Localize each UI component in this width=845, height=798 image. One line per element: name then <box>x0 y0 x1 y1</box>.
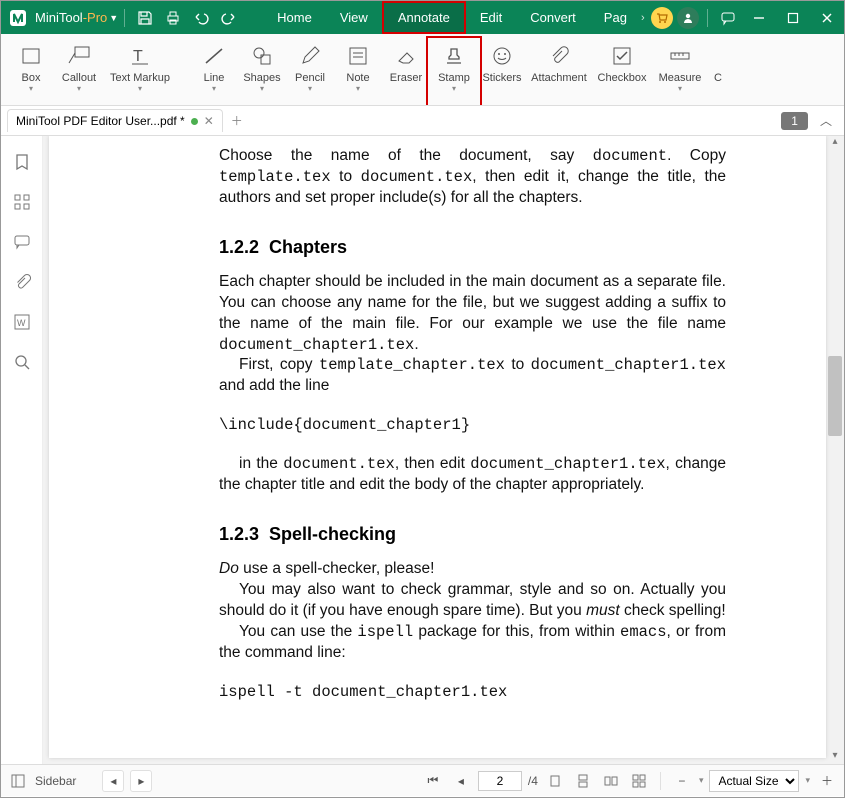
document-viewport[interactable]: Choose the name of the document, say doc… <box>43 136 844 764</box>
section-heading: 1.2.3Spell-checking <box>219 524 726 545</box>
continuous-view-icon[interactable] <box>572 770 594 792</box>
dropdown-caret-icon[interactable]: ▼ <box>109 13 118 23</box>
single-page-view-icon[interactable] <box>544 770 566 792</box>
left-sidebar: W <box>1 136 43 764</box>
two-page-cont-icon[interactable] <box>628 770 650 792</box>
modified-dot-icon <box>191 118 198 125</box>
tool-overflow[interactable]: C <box>708 40 728 106</box>
app-logo-icon <box>5 5 31 31</box>
window-close-icon[interactable] <box>810 1 844 34</box>
menu-convert[interactable]: Convert <box>516 1 590 34</box>
doc-codeblock: \include{document_chapter1} <box>219 415 726 436</box>
tool-callout[interactable]: Callout▾ <box>55 40 103 92</box>
first-page-icon[interactable]: ⏮ <box>422 770 444 792</box>
doc-paragraph: Choose the name of the document, say doc… <box>219 146 726 209</box>
window-maximize-icon[interactable] <box>776 1 810 34</box>
doc-paragraph: in the document.tex, then edit document_… <box>219 454 726 496</box>
app-name: MiniTool-Pro <box>35 10 107 25</box>
tool-note[interactable]: Note▾ <box>334 40 382 106</box>
document-tab[interactable]: MiniTool PDF Editor User...pdf * ✕ <box>7 109 223 132</box>
tab-title: MiniTool PDF Editor User...pdf * <box>16 114 185 128</box>
user-icon[interactable] <box>677 7 699 29</box>
page-badge: 1 <box>781 112 808 130</box>
word-export-icon[interactable]: W <box>10 310 34 334</box>
comments-icon[interactable] <box>10 230 34 254</box>
doc-codeblock: ispell -t document_chapter1.tex <box>219 682 726 703</box>
scroll-down-icon[interactable]: ▾ <box>828 750 842 764</box>
tool-text-markup[interactable]: T Text Markup▾ <box>103 40 177 92</box>
zoom-out-icon[interactable]: − <box>671 770 693 792</box>
menu-page[interactable]: Pag <box>590 1 641 34</box>
doc-paragraph: Each chapter should be included in the m… <box>219 272 726 356</box>
vertical-scrollbar[interactable]: ▴ ▾ <box>828 136 842 764</box>
status-bar: Sidebar ◂ ▸ ⏮ ◂ /4 − ▾ Actual Size ▾ ＋ <box>1 764 844 796</box>
zoom-select[interactable]: Actual Size <box>709 770 799 792</box>
title-bar: MiniTool-Pro ▼ Home View Annotate Edit C… <box>1 1 844 34</box>
tool-stickers[interactable]: Stickers <box>478 40 526 106</box>
tool-line[interactable]: Line▾ <box>190 40 238 106</box>
svg-text:W: W <box>17 318 26 328</box>
new-tab-icon[interactable]: ＋ <box>231 112 243 129</box>
sidebar-label: Sidebar <box>35 774 76 788</box>
doc-paragraph: You can use the ispell package for this,… <box>219 622 726 664</box>
section-heading: 1.2.2Chapters <box>219 237 726 258</box>
tool-attachment[interactable]: Attachment <box>526 40 592 106</box>
pdf-page: Choose the name of the document, say doc… <box>49 136 826 758</box>
tool-checkbox[interactable]: Checkbox <box>592 40 652 106</box>
prev-page-icon[interactable]: ◂ <box>450 770 472 792</box>
main-area: W Choose the name of the document, say d… <box>1 136 844 764</box>
tool-pencil[interactable]: Pencil▾ <box>286 40 334 106</box>
bookmark-icon[interactable] <box>10 150 34 174</box>
tool-eraser[interactable]: Eraser <box>382 40 430 106</box>
sidebar-toggle-icon[interactable] <box>7 770 29 792</box>
tool-shapes[interactable]: Shapes▾ <box>238 40 286 106</box>
menu-home[interactable]: Home <box>263 1 326 34</box>
doc-paragraph: First, copy template_chapter.tex to docu… <box>219 355 726 397</box>
redo-icon[interactable] <box>215 1 243 34</box>
zoom-in-icon[interactable]: ＋ <box>816 770 838 792</box>
menu-annotate[interactable]: Annotate <box>382 1 466 34</box>
menu-overflow-icon[interactable]: › <box>641 12 645 24</box>
collapse-ribbon-icon[interactable]: ︿ <box>814 112 838 129</box>
thumbnails-icon[interactable] <box>10 190 34 214</box>
tool-measure[interactable]: Measure▾ <box>652 40 708 106</box>
prev-page-nav-icon[interactable]: ◂ <box>102 770 124 792</box>
scroll-up-icon[interactable]: ▴ <box>828 136 842 150</box>
feedback-icon[interactable] <box>714 1 742 34</box>
doc-paragraph: Do use a spell-checker, please! <box>219 559 726 580</box>
document-tab-bar: MiniTool PDF Editor User...pdf * ✕ ＋ 1 ︿ <box>1 106 844 136</box>
menu-edit[interactable]: Edit <box>466 1 516 34</box>
page-total: /4 <box>528 774 538 788</box>
window-minimize-icon[interactable] <box>742 1 776 34</box>
search-icon[interactable] <box>10 350 34 374</box>
doc-paragraph: You may also want to check grammar, styl… <box>219 580 726 622</box>
tool-stamp[interactable]: Stamp▾ <box>430 40 478 106</box>
tool-box[interactable]: Box▾ <box>7 40 55 92</box>
zoom-caret-icon[interactable]: ▾ <box>699 775 704 786</box>
next-page-nav-icon[interactable]: ▸ <box>130 770 152 792</box>
print-icon[interactable] <box>159 1 187 34</box>
tab-close-icon[interactable]: ✕ <box>204 114 214 128</box>
page-number-input[interactable] <box>478 771 522 791</box>
menu-view[interactable]: View <box>326 1 382 34</box>
shop-icon[interactable] <box>651 7 673 29</box>
zoom-caret2-icon[interactable]: ▾ <box>805 775 810 786</box>
undo-icon[interactable] <box>187 1 215 34</box>
main-menu: Home View Annotate Edit Convert Pag <box>263 1 641 34</box>
save-icon[interactable] <box>131 1 159 34</box>
attachment-panel-icon[interactable] <box>10 270 34 294</box>
svg-text:T: T <box>133 48 143 65</box>
annotate-ribbon: Box▾ Callout▾ T Text Markup▾ Line▾ Shape… <box>1 34 844 106</box>
two-page-view-icon[interactable] <box>600 770 622 792</box>
scrollbar-thumb[interactable] <box>828 356 842 436</box>
